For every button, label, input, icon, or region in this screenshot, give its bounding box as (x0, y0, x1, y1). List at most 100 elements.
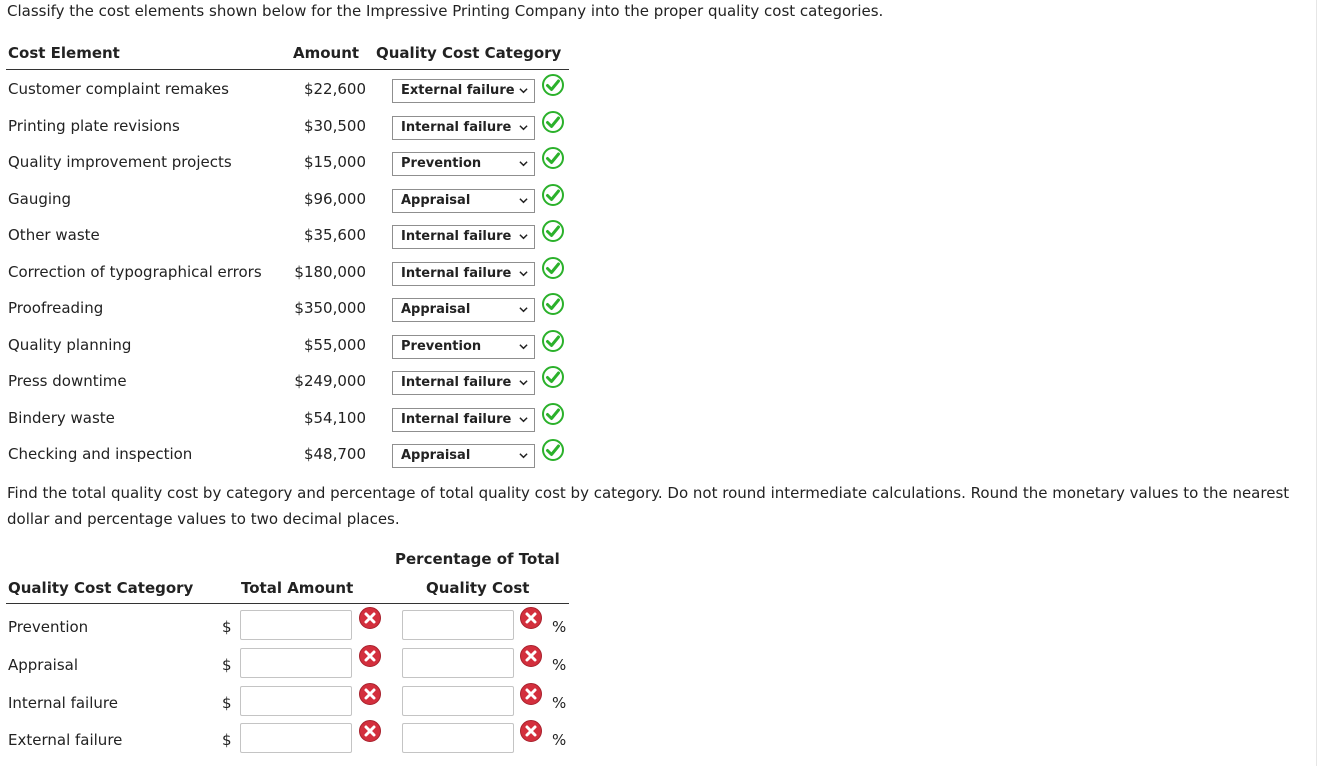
check-circle-icon (542, 147, 564, 169)
percent-symbol: % (552, 731, 567, 749)
correct-indicator (542, 366, 564, 388)
amount-incorrect-indicator (359, 645, 381, 667)
category-select-value: Internal failure (401, 266, 512, 281)
x-circle-icon (520, 720, 542, 742)
check-circle-icon (542, 257, 564, 279)
cost-element-label: Gauging (8, 190, 72, 208)
summary-category-label: Internal failure (8, 694, 118, 712)
cost-amount: $249,000 (294, 372, 366, 390)
percentage-incorrect-indicator (520, 645, 542, 667)
percent-symbol: % (552, 694, 567, 712)
amount-incorrect-indicator (359, 720, 381, 742)
correct-indicator (542, 111, 564, 133)
header-amount: Amount (293, 44, 360, 62)
page-border (1316, 0, 1317, 766)
correct-indicator (542, 74, 564, 96)
check-circle-icon (542, 111, 564, 133)
header-quality-cost-category-2: Quality Cost Category (8, 579, 194, 597)
percentage-input[interactable] (402, 686, 514, 716)
percent-symbol: % (552, 656, 567, 674)
percentage-input[interactable] (402, 610, 514, 640)
category-select-value: External failure (401, 83, 515, 98)
category-select-value: Internal failure (401, 120, 512, 135)
chevron-down-icon (519, 161, 528, 167)
correct-indicator (542, 330, 564, 352)
category-select[interactable]: Internal failure (392, 371, 535, 395)
x-circle-icon (359, 645, 381, 667)
check-circle-icon (542, 184, 564, 206)
category-select-value: Prevention (401, 156, 482, 171)
chevron-down-icon (519, 417, 528, 423)
cost-amount: $30,500 (303, 117, 366, 135)
cost-amount: $96,000 (303, 190, 366, 208)
cost-element-label: Quality improvement projects (8, 153, 232, 171)
summary-category-label: External failure (8, 731, 123, 749)
cost-element-label: Bindery waste (8, 409, 115, 427)
check-circle-icon (542, 330, 564, 352)
percentage-incorrect-indicator (520, 683, 542, 705)
currency-symbol: $ (222, 731, 232, 749)
category-select[interactable]: Appraisal (392, 298, 535, 322)
category-select[interactable]: Internal failure (392, 225, 535, 249)
correct-indicator (542, 147, 564, 169)
percentage-input[interactable] (402, 723, 514, 753)
cost-element-label: Checking and inspection (8, 445, 193, 463)
category-select[interactable]: Internal failure (392, 116, 535, 140)
correct-indicator (542, 257, 564, 279)
cost-element-label: Quality planning (8, 336, 132, 354)
chevron-down-icon (519, 234, 528, 240)
total-amount-input[interactable] (240, 723, 352, 753)
x-circle-icon (359, 720, 381, 742)
check-circle-icon (542, 403, 564, 425)
x-circle-icon (520, 683, 542, 705)
currency-symbol: $ (222, 694, 232, 712)
cost-amount: $22,600 (303, 80, 366, 98)
cost-element-label: Proofreading (8, 299, 104, 317)
total-amount-input[interactable] (240, 686, 352, 716)
category-select[interactable]: Internal failure (392, 262, 535, 286)
cost-element-label: Correction of typographical errors (8, 263, 262, 281)
category-select[interactable]: Appraisal (392, 189, 535, 213)
instructions-paragraph: Find the total quality cost by category … (7, 484, 1290, 528)
category-select[interactable]: Appraisal (392, 444, 535, 468)
x-circle-icon (359, 607, 381, 629)
cost-element-label: Printing plate revisions (8, 117, 180, 135)
check-circle-icon (542, 74, 564, 96)
category-select[interactable]: Prevention (392, 335, 535, 359)
chevron-down-icon (519, 88, 528, 94)
check-circle-icon (542, 439, 564, 461)
category-select-value: Internal failure (401, 412, 512, 427)
correct-indicator (542, 439, 564, 461)
percentage-input[interactable] (402, 648, 514, 678)
correct-indicator (542, 403, 564, 425)
category-select[interactable]: Prevention (392, 152, 535, 176)
category-select[interactable]: Internal failure (392, 408, 535, 432)
chevron-down-icon (519, 453, 528, 459)
percent-symbol: % (552, 618, 567, 636)
cost-amount: $48,700 (303, 445, 366, 463)
total-amount-input[interactable] (240, 648, 352, 678)
header-cost-element: Cost Element (8, 44, 120, 62)
amount-incorrect-indicator (359, 683, 381, 705)
chevron-down-icon (519, 307, 528, 313)
summary-category-label: Prevention (8, 618, 89, 636)
cost-amount: $55,000 (303, 336, 366, 354)
check-circle-icon (542, 293, 564, 315)
currency-symbol: $ (222, 618, 232, 636)
cost-amount: $350,000 (294, 299, 366, 317)
category-select-value: Appraisal (401, 448, 471, 463)
category-select-value: Internal failure (401, 375, 512, 390)
x-circle-icon (359, 683, 381, 705)
correct-indicator (542, 293, 564, 315)
x-circle-icon (520, 607, 542, 629)
category-select[interactable]: External failure (392, 79, 535, 103)
cost-amount: $15,000 (303, 153, 366, 171)
chevron-down-icon (519, 380, 528, 386)
chevron-down-icon (519, 198, 528, 204)
category-select-value: Appraisal (401, 193, 471, 208)
cost-element-label: Other waste (8, 226, 100, 244)
total-amount-input[interactable] (240, 610, 352, 640)
check-circle-icon (542, 366, 564, 388)
header-percentage-line2: Quality Cost (426, 579, 530, 597)
category-select-value: Appraisal (401, 302, 471, 317)
